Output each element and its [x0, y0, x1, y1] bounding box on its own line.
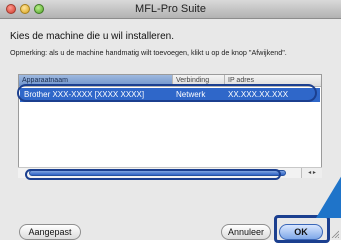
scrollbar-highlight-frame	[25, 169, 281, 180]
instruction-note: Opmerking: als u de machine handmatig wi…	[10, 48, 287, 57]
cancel-button[interactable]: Annuleer	[221, 224, 271, 240]
pointer-arrow-icon	[316, 176, 341, 218]
resize-grip-icon[interactable]	[331, 230, 339, 238]
title-bar: MFL-Pro Suite	[0, 0, 341, 19]
instruction-heading: Kies de machine die u wil installeren.	[10, 31, 174, 42]
custom-button[interactable]: Aangepast	[19, 224, 81, 240]
ok-highlight-frame	[274, 215, 330, 243]
selected-row-highlight-frame	[17, 84, 317, 102]
window-title: MFL-Pro Suite	[135, 3, 206, 15]
installer-window: MFL-Pro Suite Kies de machine die u wil …	[0, 0, 341, 243]
